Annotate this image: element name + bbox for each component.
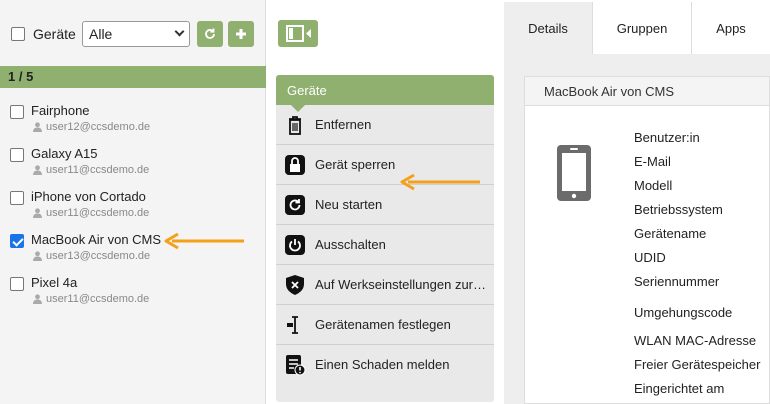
plus-icon [236, 29, 246, 39]
device-user: user11@ccsdemo.de [46, 207, 150, 219]
detail-field-label: Freier Gerätespeicher [634, 357, 761, 372]
device-user: user11@ccsdemo.de [46, 293, 150, 305]
add-device-button[interactable] [228, 21, 254, 47]
filter-select[interactable]: Alle [82, 21, 190, 47]
user-icon [33, 165, 42, 175]
list-toolbar: Geräte Alle [0, 0, 266, 66]
detail-field-label: E-Mail [634, 154, 671, 169]
annotation-arrow-device [164, 232, 244, 250]
restart-icon [285, 195, 305, 215]
action-item[interactable]: Einen Schaden melden [276, 345, 494, 385]
detail-field-label: UDID [634, 250, 666, 265]
shield-x-icon [286, 275, 304, 295]
device-list-item[interactable]: Pixel 4a user11@ccsdemo.de [0, 270, 266, 313]
detail-field-label: Eingerichtet am [634, 381, 725, 396]
actions-menu: Geräte Entfernen Gerät sperren Neu starten… [276, 75, 494, 402]
chevron-down-icon [174, 26, 185, 37]
device-name: Galaxy A15 [31, 146, 98, 161]
tab-details[interactable]: Details [504, 2, 593, 54]
device-checkbox[interactable] [10, 148, 24, 162]
select-all-checkbox[interactable] [11, 27, 25, 41]
detail-field-label: Modell [634, 178, 673, 193]
damage-report-icon [286, 355, 306, 376]
user-icon [33, 122, 42, 132]
action-label: Auf Werkseinstellungen zurücksetzen [315, 277, 489, 292]
filter-select-value: Alle [89, 26, 113, 42]
selection-count: 1 / 5 [0, 66, 266, 88]
device-user: user11@ccsdemo.de [46, 164, 150, 176]
user-icon [33, 208, 42, 218]
select-all-label: Geräte [33, 26, 76, 42]
user-icon [33, 294, 42, 304]
detail-field-label: WLAN MAC-Adresse [634, 333, 757, 348]
action-label: Neu starten [315, 197, 383, 212]
device-checkbox[interactable] [10, 191, 24, 205]
action-label: Ausschalten [315, 237, 386, 252]
device-checkbox[interactable] [10, 234, 24, 248]
device-name: iPhone von Cortado [31, 189, 146, 204]
smartphone-icon [557, 145, 591, 201]
detail-field-label: Seriennummer [634, 274, 720, 289]
actions-header: Geräte [276, 75, 494, 112]
user-icon [33, 251, 42, 261]
tab-apps[interactable]: Apps [692, 2, 770, 54]
power-icon [285, 235, 305, 255]
device-checkbox[interactable] [10, 105, 24, 119]
detail-tabs: Details Gruppen Apps [504, 0, 770, 54]
annotation-arrow-lock [400, 173, 480, 191]
device-list-item[interactable]: iPhone von Cortado user11@ccsdemo.de [0, 184, 266, 227]
lock-icon [285, 155, 305, 175]
action-item[interactable]: Gerätenamen festlegen [276, 305, 494, 345]
refresh-icon [205, 28, 215, 39]
action-item[interactable]: Entfernen [276, 105, 494, 145]
device-checkbox[interactable] [10, 277, 24, 291]
device-user: user13@ccsdemo.de [46, 250, 151, 262]
refresh-button[interactable] [197, 21, 223, 47]
tab-gruppen[interactable]: Gruppen [593, 2, 692, 54]
device-name: Fairphone [31, 103, 90, 118]
actions-toolbar [266, 0, 504, 66]
text-cursor-icon [287, 316, 298, 334]
detail-field-label: Gerätename [634, 226, 707, 241]
detail-field-label: Betriebssystem [634, 202, 723, 217]
action-label: Gerätenamen festlegen [315, 317, 451, 332]
device-list-item[interactable]: Fairphone user12@ccsdemo.de [0, 98, 266, 141]
detail-field-label: Umgehungscode [634, 305, 733, 320]
action-label: Einen Schaden melden [315, 357, 450, 372]
action-item[interactable]: Ausschalten [276, 225, 494, 265]
detail-field-label: Benutzer:in [634, 130, 700, 145]
panel-toggle-icon [286, 25, 311, 42]
device-name: MacBook Air von CMS [31, 232, 162, 247]
device-user: user12@ccsdemo.de [46, 121, 151, 133]
action-item[interactable]: Auf Werkseinstellungen zurücksetzen [276, 265, 494, 305]
toggle-panel-button[interactable] [278, 20, 318, 47]
action-label: Gerät sperren [315, 157, 396, 172]
trash-icon [289, 116, 301, 135]
action-label: Entfernen [315, 117, 372, 132]
details-card-title: MacBook Air von CMS [525, 77, 769, 106]
device-list-item[interactable]: Galaxy A15 user11@ccsdemo.de [0, 141, 266, 184]
device-list-panel: Geräte Alle 1 / 5 Fairphone user12@ccsdem… [0, 0, 266, 404]
device-name: Pixel 4a [31, 275, 78, 290]
